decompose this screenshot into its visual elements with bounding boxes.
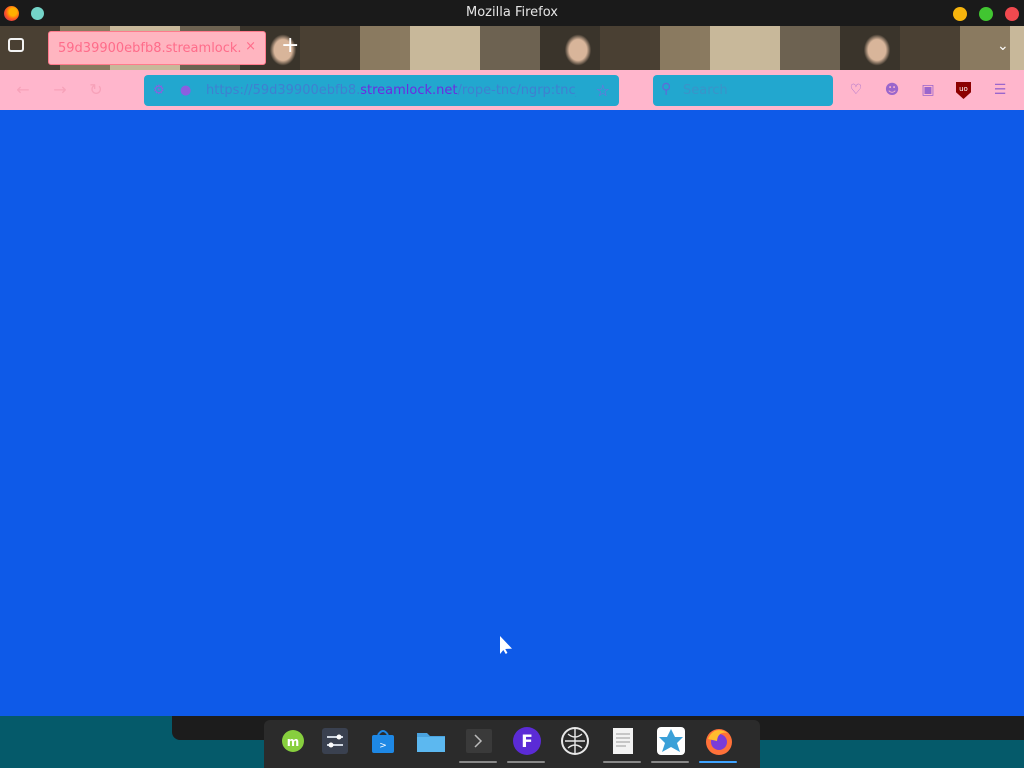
dock-indicator (651, 761, 689, 763)
dock-vpn-app-icon[interactable] (655, 725, 687, 757)
svg-text:m: m (287, 735, 300, 749)
ublock-origin-icon[interactable]: uo (956, 82, 971, 99)
window-titlebar: Mozilla Firefox (0, 0, 1024, 26)
dock-fusion-app-icon[interactable]: F (511, 725, 543, 757)
url-prefix: https://59d39900ebfb8. (206, 83, 361, 98)
tab-close-icon[interactable]: × (245, 39, 256, 54)
hamburger-menu-icon[interactable]: ☰ (991, 81, 1009, 99)
pocket-icon[interactable]: ♡ (847, 81, 865, 99)
tab-list-icon[interactable] (8, 38, 24, 52)
url-bar[interactable]: ⚙ ● https://59d39900ebfb8.streamlock.net… (144, 75, 619, 106)
window-title: Mozilla Firefox (466, 5, 558, 20)
account-icon[interactable]: ☻ (883, 81, 901, 99)
back-arrow-icon[interactable]: ← (13, 80, 33, 100)
dock-software-store-icon[interactable]: > (367, 725, 399, 757)
url-domain: streamlock.net (360, 83, 458, 98)
site-info-icon[interactable]: ⚙ (153, 83, 165, 98)
svg-text:F: F (521, 732, 533, 752)
search-placeholder: Search (683, 83, 728, 98)
dock-indicator-active (699, 761, 737, 763)
maximize-button[interactable] (979, 7, 993, 21)
page-content[interactable] (0, 110, 1024, 716)
close-window-button[interactable] (1005, 7, 1019, 21)
svg-text:>: > (379, 741, 387, 751)
dock-globe-app-icon[interactable] (559, 725, 591, 757)
minimize-button[interactable] (953, 7, 967, 21)
list-all-tabs-icon[interactable]: ⌄ (997, 38, 1009, 54)
permissions-icon[interactable]: ● (180, 83, 191, 98)
dock-files-icon[interactable] (415, 725, 447, 757)
dock-indicator (603, 761, 641, 763)
tab-bar: 59d39900ebfb8.streamlock.n × + ⌄ (0, 26, 1024, 70)
dock: m > F (264, 720, 760, 768)
dock-terminal-icon[interactable] (463, 725, 495, 757)
search-bar[interactable]: ⚲ Search (653, 75, 833, 106)
dock-firefox-icon[interactable] (703, 725, 735, 757)
reload-icon[interactable]: ↻ (86, 80, 106, 100)
extensions-icon[interactable]: ▣ (919, 81, 937, 99)
url-text[interactable]: https://59d39900ebfb8.streamlock.net/rop… (206, 83, 576, 98)
dock-settings-icon[interactable] (319, 725, 351, 757)
dock-indicator (507, 761, 545, 763)
dock-indicator (459, 761, 497, 763)
url-suffix: /rope-tnc/ngrp:tnc_all/playlist.m3u8 (457, 83, 577, 98)
dock-menu-icon[interactable]: m (277, 725, 309, 757)
search-icon: ⚲ (661, 81, 672, 97)
bookmark-star-icon[interactable]: ☆ (596, 81, 610, 100)
nav-bar: ← → ↻ ⚙ ● https://59d39900ebfb8.streamlo… (0, 70, 1024, 110)
new-tab-button[interactable]: + (281, 35, 299, 57)
tab-active[interactable]: 59d39900ebfb8.streamlock.n × (48, 31, 266, 65)
forward-arrow-icon[interactable]: → (50, 80, 70, 100)
tab-title: 59d39900ebfb8.streamlock.n (58, 41, 242, 56)
dock-text-editor-icon[interactable] (607, 725, 639, 757)
